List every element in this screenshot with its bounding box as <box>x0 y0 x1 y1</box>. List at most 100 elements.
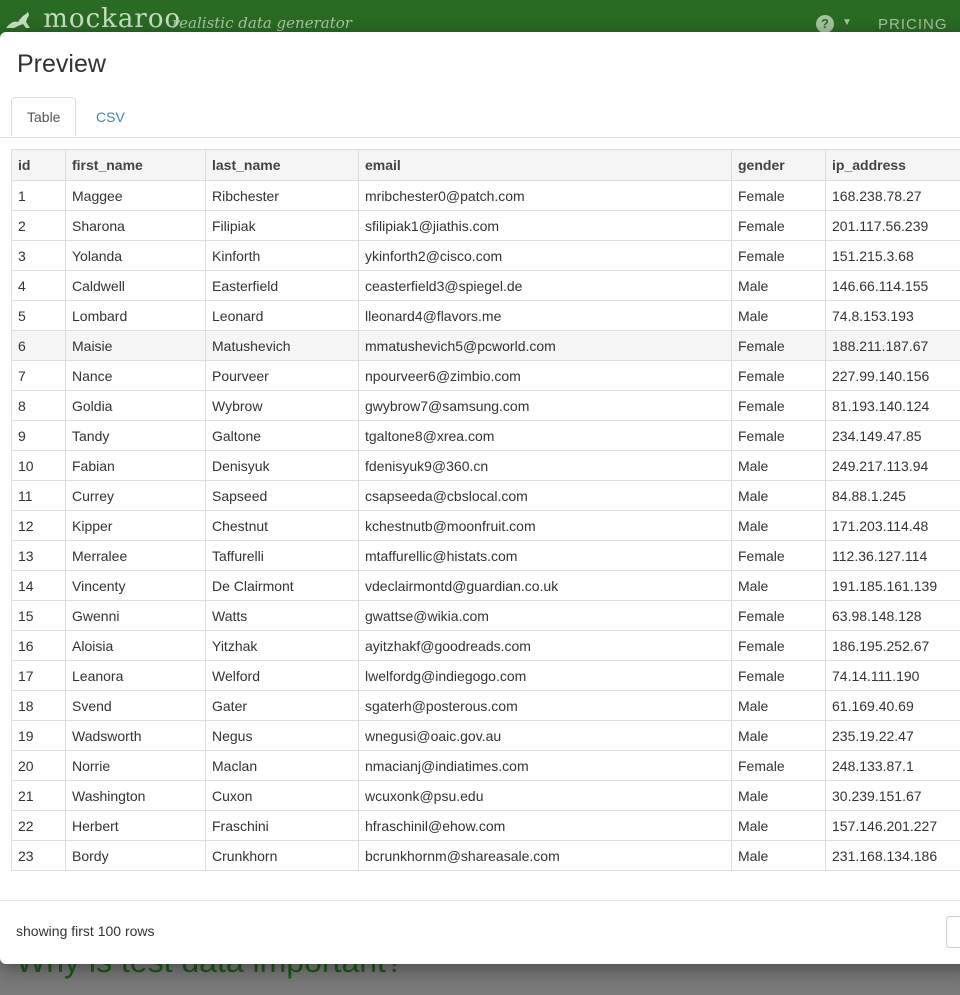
cell-gender: Male <box>731 720 826 751</box>
table-header-row: id first_name last_name email gender ip_addre… <box>11 149 960 181</box>
cell-ip-address: 157.146.201.227 <box>825 810 960 841</box>
cell-first-name: Norrie <box>65 750 206 781</box>
tab-table[interactable]: Table <box>11 97 77 137</box>
cell-first-name: Maisie <box>65 330 206 361</box>
table-row: 12 Kipper Chestnut kchestnutb@moonfruit.com… <box>11 510 960 541</box>
cell-ip-address: 231.168.134.186 <box>825 840 960 871</box>
table-row: 13 Merralee Taffurelli mtaffurellic@histats… <box>11 540 960 571</box>
cell-email: ykinforth2@cisco.com <box>358 240 732 271</box>
column-header-ip-address: ip_address <box>825 149 960 181</box>
cell-last-name: Cuxon <box>205 780 359 811</box>
cell-ip-address: 74.8.153.193 <box>825 300 960 331</box>
cell-gender: Male <box>731 300 826 331</box>
cell-last-name: Crunkhorn <box>205 840 359 871</box>
cell-id: 3 <box>11 240 66 271</box>
cell-gender: Male <box>731 570 826 601</box>
cell-first-name: Kipper <box>65 510 206 541</box>
cell-last-name: De Clairmont <box>205 570 359 601</box>
table-row: 18 Svend Gater sgaterh@posterous.com Male 61.… <box>11 690 960 721</box>
cell-email: wnegusi@oaic.gov.au <box>358 720 732 751</box>
cell-gender: Female <box>731 330 826 361</box>
cell-last-name: Chestnut <box>205 510 359 541</box>
cell-first-name: Tandy <box>65 420 206 451</box>
table-row: 10 Fabian Denisyuk fdenisyuk9@360.cn Male 249… <box>11 450 960 481</box>
cell-id: 10 <box>11 450 66 481</box>
cell-email: ayitzhakf@goodreads.com <box>358 630 732 661</box>
cell-last-name: Welford <box>205 660 359 691</box>
cell-gender: Female <box>731 180 826 211</box>
cell-email: nmacianj@indiatimes.com <box>358 750 732 781</box>
cell-gender: Female <box>731 390 826 421</box>
cell-id: 12 <box>11 510 66 541</box>
cell-id: 4 <box>11 270 66 301</box>
table-body: 1 Maggee Ribchester mribchester0@patch.com F… <box>11 180 960 871</box>
cell-first-name: Washington <box>65 780 206 811</box>
cell-email: mribchester0@patch.com <box>358 180 732 211</box>
column-header-id: id <box>11 149 66 181</box>
cell-email: ceasterfield3@spiegel.de <box>358 270 732 301</box>
cell-ip-address: 191.185.161.139 <box>825 570 960 601</box>
cell-id: 23 <box>11 840 66 871</box>
cell-first-name: Merralee <box>65 540 206 571</box>
cell-ip-address: 151.215.3.68 <box>825 240 960 271</box>
tab-csv[interactable]: CSV <box>81 97 140 137</box>
table-row: 14 Vincenty De Clairmont vdeclairmontd@guar… <box>11 570 960 601</box>
cell-gender: Female <box>731 660 826 691</box>
cell-ip-address: 188.211.187.67 <box>825 330 960 361</box>
table-row: 16 Aloisia Yitzhak ayitzhakf@goodreads.com F… <box>11 630 960 661</box>
cell-id: 5 <box>11 300 66 331</box>
cell-last-name: Kinforth <box>205 240 359 271</box>
cell-id: 11 <box>11 480 66 511</box>
table-row: 7 Nance Pourveer npourveer6@zimbio.com Femal… <box>11 360 960 391</box>
cell-email: npourveer6@zimbio.com <box>358 360 732 391</box>
cell-first-name: Nance <box>65 360 206 391</box>
cell-first-name: Caldwell <box>65 270 206 301</box>
cell-email: mmatushevich5@pcworld.com <box>358 330 732 361</box>
cell-first-name: Bordy <box>65 840 206 871</box>
cell-id: 13 <box>11 540 66 571</box>
cell-email: csapseeda@cbslocal.com <box>358 480 732 511</box>
cell-last-name: Filipiak <box>205 210 359 241</box>
cell-gender: Female <box>731 540 826 571</box>
cell-id: 1 <box>11 180 66 211</box>
cell-first-name: Sharona <box>65 210 206 241</box>
cell-email: tgaltone8@xrea.com <box>358 420 732 451</box>
caret-down-icon[interactable]: ▼ <box>842 17 852 28</box>
close-button[interactable] <box>946 916 960 948</box>
cell-last-name: Ribchester <box>205 180 359 211</box>
cell-email: hfraschinil@ehow.com <box>358 810 732 841</box>
table-row: 22 Herbert Fraschini hfraschinil@ehow.com Ma… <box>11 810 960 841</box>
cell-email: fdenisyuk9@360.cn <box>358 450 732 481</box>
cell-id: 15 <box>11 600 66 631</box>
cell-id: 19 <box>11 720 66 751</box>
cell-ip-address: 248.133.87.1 <box>825 750 960 781</box>
cell-gender: Male <box>731 270 826 301</box>
cell-id: 16 <box>11 630 66 661</box>
cell-first-name: Gwenni <box>65 600 206 631</box>
cell-first-name: Lombard <box>65 300 206 331</box>
help-icon[interactable]: ? <box>816 15 834 33</box>
preview-table-container[interactable]: id first_name last_name email gender ip_addre… <box>11 149 960 891</box>
cell-last-name: Denisyuk <box>205 450 359 481</box>
cell-ip-address: 249.217.113.94 <box>825 450 960 481</box>
cell-email: gwybrow7@samsung.com <box>358 390 732 421</box>
cell-first-name: Yolanda <box>65 240 206 271</box>
cell-last-name: Sapseed <box>205 480 359 511</box>
cell-email: bcrunkhornm@shareasale.com <box>358 840 732 871</box>
kangaroo-icon <box>6 12 30 28</box>
pricing-link[interactable]: PRICING <box>878 16 948 33</box>
cell-id: 17 <box>11 660 66 691</box>
cell-id: 8 <box>11 390 66 421</box>
cell-ip-address: 63.98.148.128 <box>825 600 960 631</box>
cell-first-name: Leanora <box>65 660 206 691</box>
cell-email: sfilipiak1@jiathis.com <box>358 210 732 241</box>
cell-gender: Female <box>731 240 826 271</box>
cell-last-name: Galtone <box>205 420 359 451</box>
table-row: 3 Yolanda Kinforth ykinforth2@cisco.com Fema… <box>11 240 960 271</box>
cell-id: 7 <box>11 360 66 391</box>
cell-gender: Female <box>731 210 826 241</box>
brand-logo[interactable]: mockaroo <box>4 4 181 34</box>
table-row: 1 Maggee Ribchester mribchester0@patch.com F… <box>11 180 960 211</box>
cell-email: wcuxonk@psu.edu <box>358 780 732 811</box>
cell-gender: Male <box>731 780 826 811</box>
